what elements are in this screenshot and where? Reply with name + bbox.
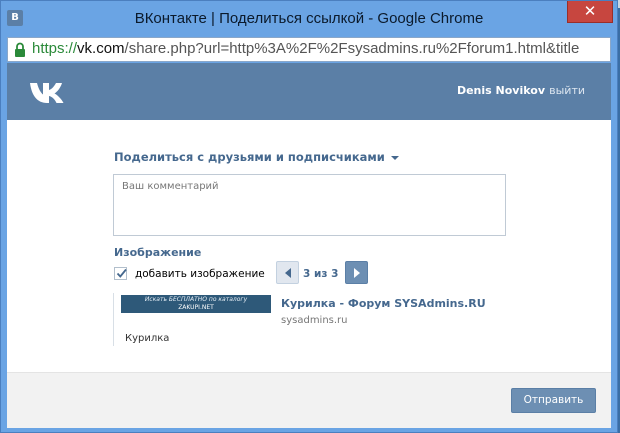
logout-link[interactable]: выйти	[549, 84, 585, 97]
chevron-left-icon	[285, 268, 291, 278]
window-title: ВКонтакте | Поделиться ссылкой - Google …	[134, 10, 484, 27]
audience-label: Поделиться с друзьями и подписчиками	[114, 150, 385, 164]
banner-line-1: Искать БЕСПЛАТНО по каталогу	[144, 296, 248, 303]
url-host: vk.com	[77, 40, 125, 57]
image-counter: 3 из 3	[303, 268, 339, 280]
send-button[interactable]: Отправить	[511, 388, 596, 413]
browser-window: B ВКонтакте | Поделиться ссылкой - Googl…	[0, 0, 618, 433]
add-image-label[interactable]: добавить изображение	[135, 268, 265, 280]
vk-logo-icon[interactable]	[29, 80, 69, 104]
vk-header: Denis Novikov выйти	[7, 63, 611, 120]
title-bar: B ВКонтакте | Поделиться ссылкой - Googl…	[1, 1, 617, 37]
close-icon: ✕	[583, 2, 597, 20]
preview-caption: Курилка	[125, 333, 170, 344]
banner-line-2: ZAKUPI.NET	[178, 304, 214, 311]
audience-dropdown[interactable]: Поделиться с друзьями и подписчиками	[114, 150, 399, 164]
add-image-checkbox[interactable]	[114, 267, 127, 280]
url-text: https://vk.com/share.php?url=http%3A%2F%…	[32, 40, 579, 57]
dialog-footer: Отправить	[7, 372, 611, 428]
comment-input[interactable]	[113, 174, 506, 236]
share-dialog: Denis Novikov выйти Поделиться с друзьям…	[7, 63, 611, 428]
preview-image: Искать БЕСПЛАТНО по каталогу ZAKUPI.NET	[121, 295, 271, 313]
preview-domain: sysadmins.ru	[281, 315, 348, 326]
next-image-button[interactable]	[345, 261, 368, 284]
user-name-link[interactable]: Denis Novikov	[457, 84, 545, 97]
url-scheme: https://	[32, 40, 78, 57]
checkmark-icon	[116, 268, 127, 278]
preview-title-link[interactable]: Курилка - Форум SYSAdmins.RU	[281, 297, 486, 310]
window-close-button[interactable]: ✕	[567, 1, 613, 23]
chevron-right-icon	[354, 268, 360, 278]
lock-icon	[15, 42, 25, 57]
image-section-label: Изображение	[114, 246, 202, 259]
url-path: /share.php?url=http%3A%2F%2Fsysadmins.ru…	[124, 40, 580, 57]
address-bar[interactable]: https://vk.com/share.php?url=http%3A%2F%…	[7, 37, 611, 62]
preview-divider	[113, 293, 114, 346]
prev-image-button[interactable]	[276, 261, 299, 284]
chevron-down-icon	[390, 155, 399, 160]
